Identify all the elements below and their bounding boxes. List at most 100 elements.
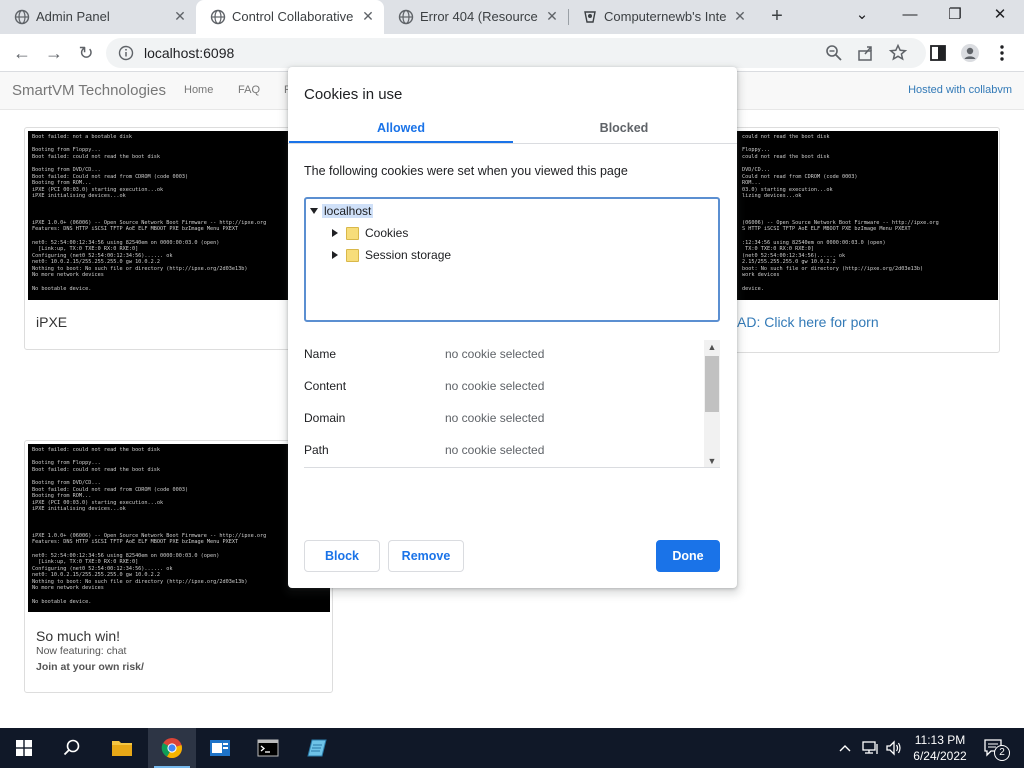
action-center[interactable]: 2 — [982, 728, 1010, 768]
close-icon[interactable]: ✕ — [732, 8, 748, 24]
speaker-icon — [886, 740, 901, 756]
terminal-icon — [257, 739, 279, 757]
detail-label: Domain — [304, 411, 346, 425]
search-button[interactable] — [48, 728, 96, 768]
tab-control-collaborative[interactable]: Control Collaborative V ✕ — [196, 0, 384, 34]
close-icon[interactable]: ✕ — [360, 8, 376, 24]
tab-allowed[interactable]: Allowed — [289, 121, 513, 135]
detail-row-content: Content no cookie selected — [304, 379, 704, 395]
minimize-icon[interactable]: — — [900, 5, 920, 25]
taskbar-chrome[interactable] — [148, 728, 196, 768]
nav-faq-link[interactable]: FAQ — [238, 84, 260, 96]
tab-admin-panel[interactable]: Admin Panel ✕ — [0, 0, 196, 34]
url-text: localhost:6098 — [144, 45, 235, 61]
tab-error-404[interactable]: Error 404 (Resource no ✕ — [384, 0, 568, 34]
taskbar-app-window[interactable] — [196, 728, 244, 768]
folder-icon — [112, 741, 132, 756]
network-icon — [862, 741, 878, 754]
taskbar-terminal[interactable] — [244, 728, 292, 768]
detail-row-path: Path no cookie selected — [304, 443, 704, 459]
chrome-icon — [161, 738, 182, 759]
tree-node-label: Cookies — [365, 226, 409, 240]
nav-home-link[interactable]: Home — [184, 84, 213, 96]
start-button[interactable] — [0, 728, 48, 768]
globe-icon — [210, 9, 226, 25]
site-brand[interactable]: SmartVM Technologies — [12, 82, 166, 99]
tab-title: Error 404 (Resource no — [420, 9, 538, 24]
profile-avatar-icon[interactable] — [960, 43, 980, 63]
close-window-icon[interactable]: ✕ — [990, 5, 1010, 25]
cookies-in-use-dialog: Cookies in use Allowed Blocked The follo… — [288, 67, 737, 588]
vm-title: So much win! — [36, 628, 121, 644]
clock-date: 6/24/2022 — [913, 749, 967, 763]
vm-screen-text: Boot failed: could not read the boot dis… — [32, 447, 267, 605]
globe-icon — [14, 9, 30, 25]
cookie-tree[interactable]: localhost Cookies Session storage — [304, 197, 720, 322]
vm-card-ipxe[interactable]: Boot failed: not a bootable disk Booting… — [24, 127, 333, 350]
details-scrollbar[interactable]: ▲ ▼ — [704, 340, 720, 467]
detail-value: no cookie selected — [445, 443, 545, 457]
folder-icon — [346, 248, 359, 262]
tab-computernewb[interactable]: Computernewb's Intern ✕ — [568, 0, 758, 34]
tab-blocked[interactable]: Blocked — [512, 121, 736, 135]
scroll-up-icon[interactable]: ▲ — [704, 340, 720, 354]
vm-subtitle: Now featuring: chat — [36, 645, 127, 657]
vm-card-so-much-win[interactable]: Boot failed: could not read the boot dis… — [24, 440, 333, 693]
tab-search-chevron-icon[interactable]: ⌄ — [852, 5, 872, 25]
chevron-up-icon — [839, 745, 851, 752]
vm-card-ad[interactable]: could not read the boot disk Floppy... c… — [692, 127, 1000, 353]
detail-label: Name — [304, 347, 337, 361]
bookmark-star-icon[interactable] — [888, 43, 908, 63]
clock-time: 11:13 PM — [914, 733, 966, 747]
vm-screen-thumbnail[interactable]: Boot failed: could not read the boot dis… — [28, 444, 330, 612]
forward-arrow-icon[interactable]: → — [42, 41, 66, 65]
detail-value: no cookie selected — [445, 347, 545, 361]
notepad-icon — [307, 739, 327, 757]
new-tab-button[interactable]: + — [766, 6, 788, 28]
vm-title: iPXE — [36, 314, 68, 330]
zoom-icon[interactable] — [824, 43, 844, 63]
taskbar-clock[interactable]: 11:13 PM 6/24/2022 — [905, 732, 975, 764]
share-icon[interactable] — [856, 43, 876, 63]
dialog-title: Cookies in use — [304, 86, 403, 103]
tree-node-cookies[interactable]: Cookies — [332, 225, 408, 241]
vm-ad-link[interactable]: AD: Click here for porn — [737, 314, 879, 330]
close-icon[interactable]: ✕ — [544, 8, 560, 24]
collapse-triangle-icon[interactable] — [332, 251, 338, 259]
back-arrow-icon[interactable]: ← — [10, 41, 34, 65]
hosted-with-collabvm-link[interactable]: Hosted with collabvm — [908, 84, 1012, 96]
tab-title: Admin Panel — [36, 9, 110, 24]
address-bar[interactable]: localhost:6098 — [106, 38, 926, 68]
remove-button[interactable]: Remove — [388, 540, 464, 572]
scroll-down-icon[interactable]: ▼ — [704, 454, 720, 467]
expand-triangle-icon[interactable] — [310, 208, 318, 214]
app-window-icon — [210, 740, 230, 756]
globe-icon — [398, 9, 414, 25]
detail-value: no cookie selected — [445, 379, 545, 393]
notification-count-badge: 2 — [994, 745, 1010, 761]
kebab-menu-icon[interactable] — [992, 43, 1012, 63]
taskbar-file-explorer[interactable] — [98, 728, 146, 768]
tab-divider — [288, 143, 737, 144]
vm-screen-text: Boot failed: not a bootable disk Booting… — [32, 134, 267, 292]
restore-icon[interactable]: ❐ — [945, 5, 965, 25]
side-panel-icon[interactable] — [928, 43, 948, 63]
dialog-description: The following cookies were set when you … — [304, 164, 628, 178]
vm-screen-thumbnail[interactable]: could not read the boot disk Floppy... c… — [696, 131, 998, 300]
block-button[interactable]: Block — [304, 540, 380, 572]
close-icon[interactable]: ✕ — [172, 8, 188, 24]
detail-row-name: Name no cookie selected — [304, 347, 704, 363]
folder-icon — [346, 226, 359, 240]
tree-node-session-storage[interactable]: Session storage — [332, 247, 451, 263]
taskbar-notepad[interactable] — [294, 728, 342, 768]
reload-icon[interactable]: ↻ — [74, 41, 98, 65]
vm-screen-thumbnail[interactable]: Boot failed: not a bootable disk Booting… — [28, 131, 330, 300]
tree-node-localhost[interactable]: localhost — [310, 203, 374, 219]
tree-node-label: localhost — [322, 204, 374, 218]
scroll-thumb[interactable] — [705, 356, 719, 412]
done-button[interactable]: Done — [656, 540, 720, 572]
site-info-icon[interactable] — [118, 45, 134, 61]
vm-subtitle-bold: Join at your own risk/ — [36, 661, 144, 673]
collapse-triangle-icon[interactable] — [332, 229, 338, 237]
detail-label: Content — [304, 379, 347, 393]
